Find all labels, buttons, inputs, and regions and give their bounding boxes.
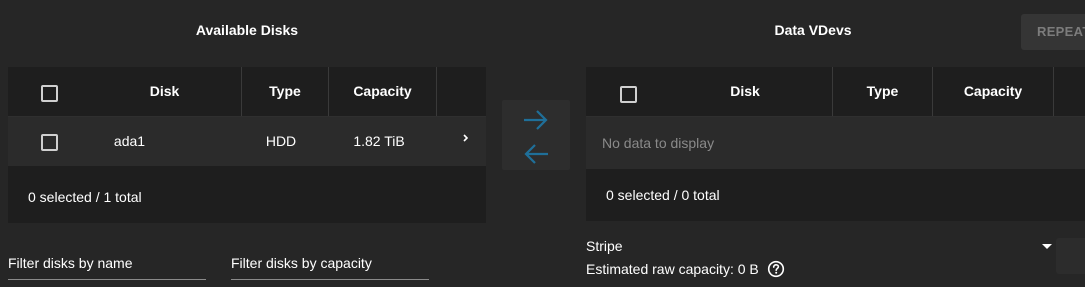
row-disk-capacity: 1.82 TiB [353,133,405,149]
column-header-disk[interactable]: Disk [88,67,241,116]
row-disk-name: ada1 [113,133,146,149]
available-disks-header: Disk Type Capacity [8,67,486,117]
repeat-button[interactable]: REPEAT [1021,14,1085,50]
column-header-actions [436,67,486,116]
help-circle-icon[interactable] [767,260,785,281]
row-checkbox[interactable] [41,134,58,151]
arrow-right-icon[interactable] [522,108,550,137]
filter-capacity-underline [231,279,429,280]
available-disks-footer: 0 selected / 1 total [8,171,486,223]
vdev-layout-value: Stripe [586,238,623,254]
caret-down-icon[interactable] [1042,244,1052,249]
empty-table-message: No data to display [586,117,1085,169]
data-vdevs-table: Disk Type Capacity No data to display 0 … [586,67,1085,221]
column-header-type[interactable]: Type [241,67,328,116]
column-header-capacity[interactable]: Capacity [932,67,1053,116]
select-all-vdev-checkbox[interactable] [620,86,637,103]
column-header-disk[interactable]: Disk [666,67,824,116]
pool-manager-vdev-panel: Available Disks Disk Type Capacity ada1 … [0,0,1085,287]
vdev-selection-count: 0 selected / 0 total [606,187,720,203]
chevron-right-icon[interactable] [462,131,470,149]
no-data-text: No data to display [602,135,715,151]
filter-name-label: Filter disks by name [8,255,133,271]
row-disk-type: HDD [265,133,297,149]
available-disks-heading: Available Disks [195,22,299,38]
vdev-layout-select[interactable]: Stripe [586,238,1052,258]
estimated-raw-capacity-label: Estimated raw capacity: 0 B [586,261,759,278]
select-all-available-checkbox[interactable] [41,85,58,102]
filter-disks-by-name-field[interactable]: Filter disks by name [8,255,206,281]
estimated-raw-capacity: Estimated raw capacity: 0 B [586,260,785,281]
select-all-cell [8,67,88,116]
column-header-actions [1053,67,1085,116]
filter-disks-by-capacity-field[interactable]: Filter disks by capacity [231,255,429,281]
data-vdevs-header: Disk Type Capacity [586,67,1085,117]
corner-action-button[interactable] [1056,238,1085,274]
available-selection-count: 0 selected / 1 total [28,189,142,205]
move-disks-controls [502,100,570,170]
arrow-left-icon[interactable] [522,142,550,171]
available-disks-table: Disk Type Capacity ada1 HDD 1.82 TiB 0 s… [8,67,486,223]
column-header-capacity[interactable]: Capacity [328,67,436,116]
data-vdevs-heading: Data VDevs [774,22,852,38]
filter-name-underline [8,279,206,280]
filter-capacity-label: Filter disks by capacity [231,255,372,271]
select-all-cell [586,67,666,116]
table-row[interactable]: ada1 HDD 1.82 TiB [8,117,486,166]
data-vdevs-footer: 0 selected / 0 total [586,169,1085,221]
column-header-type[interactable]: Type [832,67,932,116]
